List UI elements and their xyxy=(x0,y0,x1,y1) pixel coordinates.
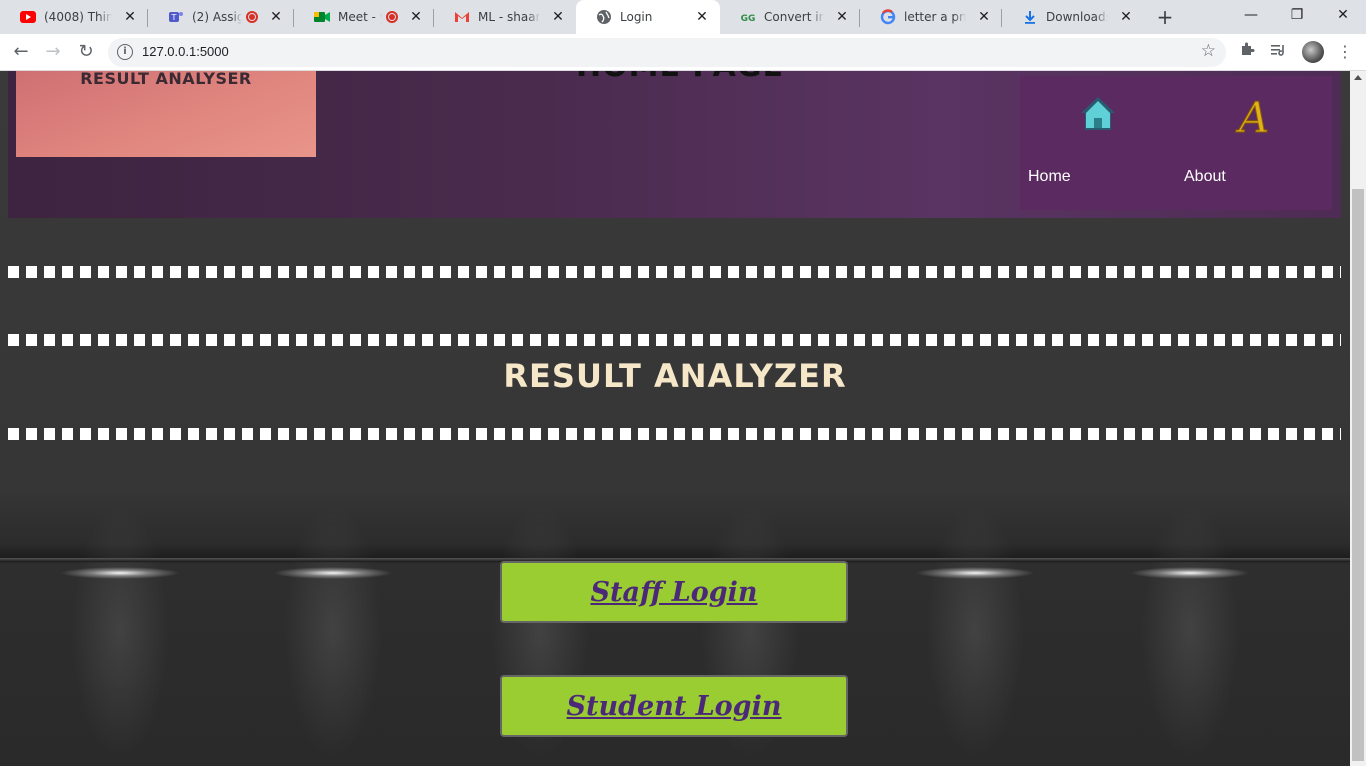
media-control-icon[interactable] xyxy=(1268,41,1290,63)
close-tab-icon[interactable]: ✕ xyxy=(694,9,710,25)
tab-title: (4008) Things xyxy=(44,10,112,24)
page-viewport: RESULT ANALYSER HOME PAGE Home A xyxy=(0,71,1350,766)
tab-strip: (4008) Things ✕ T (2) Assignm ✕ Meet - y… xyxy=(0,0,1366,34)
letter-a-icon: A xyxy=(1176,94,1332,140)
tab-google[interactable]: letter a png - G ✕ xyxy=(860,0,1002,34)
home-icon xyxy=(1020,94,1176,140)
close-tab-icon[interactable]: ✕ xyxy=(550,9,566,25)
profile-avatar[interactable] xyxy=(1302,41,1324,63)
floor-spotlight xyxy=(1130,567,1250,579)
floor-spotlight xyxy=(273,567,393,579)
url-text: 127.0.0.1:5000 xyxy=(142,44,229,59)
scroll-up-arrow-icon[interactable] xyxy=(1354,75,1362,80)
tab-teams[interactable]: T (2) Assignm ✕ xyxy=(148,0,294,34)
forward-button[interactable]: → xyxy=(40,39,66,65)
nav-home-label: Home xyxy=(1028,168,1071,185)
recording-icon xyxy=(246,11,258,23)
minimize-button[interactable]: — xyxy=(1228,0,1274,30)
address-bar[interactable]: i 127.0.0.1:5000 ☆ xyxy=(108,38,1226,67)
tab-youtube[interactable]: (4008) Things ✕ xyxy=(0,0,148,34)
extensions-icon[interactable] xyxy=(1236,41,1258,63)
main-heading: RESULT ANALYZER xyxy=(503,357,847,395)
restore-button[interactable]: ❐ xyxy=(1274,0,1320,30)
youtube-icon xyxy=(20,9,36,25)
google-icon xyxy=(880,9,896,25)
svg-text:A: A xyxy=(1235,94,1269,138)
student-login-button[interactable]: Student Login xyxy=(500,675,848,737)
page-scrollbar[interactable] xyxy=(1350,71,1366,766)
tab-login[interactable]: Login ✕ xyxy=(576,0,720,34)
tab-title: Convert intege xyxy=(764,10,824,24)
teams-icon: T xyxy=(168,9,184,25)
close-tab-icon[interactable]: ✕ xyxy=(834,9,850,25)
floor-spotlight xyxy=(915,567,1035,579)
back-button[interactable]: ← xyxy=(8,39,34,65)
meet-icon xyxy=(314,9,330,25)
close-tab-icon[interactable]: ✕ xyxy=(976,9,992,25)
tab-gmail[interactable]: ML - shaarume ✕ xyxy=(434,0,576,34)
tab-downloads[interactable]: Downloads ✕ xyxy=(1002,0,1144,34)
browser-toolbar: ← → ↻ i 127.0.0.1:5000 ☆ ⋮ xyxy=(0,34,1366,71)
close-tab-icon[interactable]: ✕ xyxy=(122,9,138,25)
tab-title: Downloads xyxy=(1046,10,1108,24)
new-tab-button[interactable]: + xyxy=(1152,4,1178,30)
tab-title: letter a png - G xyxy=(904,10,966,24)
gfg-icon: GG xyxy=(740,9,756,25)
floor-spotlight xyxy=(60,567,180,579)
close-window-button[interactable]: ✕ xyxy=(1320,0,1366,30)
tab-gfg[interactable]: GG Convert intege ✕ xyxy=(720,0,860,34)
close-tab-icon[interactable]: ✕ xyxy=(268,9,284,25)
nav-item-home[interactable]: Home xyxy=(1020,76,1176,210)
nav-menu: Home A About xyxy=(1020,76,1332,210)
svg-text:GG: GG xyxy=(741,14,756,22)
recording-icon xyxy=(386,11,398,23)
download-icon xyxy=(1022,9,1038,25)
site-header: RESULT ANALYSER HOME PAGE Home A xyxy=(8,71,1341,218)
menu-kebab-icon[interactable]: ⋮ xyxy=(1334,41,1356,63)
close-tab-icon[interactable]: ✕ xyxy=(1118,9,1134,25)
nav-about-label: About xyxy=(1184,168,1226,185)
reload-button[interactable]: ↻ xyxy=(73,39,99,65)
dashed-divider xyxy=(8,334,1341,346)
svg-text:T: T xyxy=(171,13,177,22)
dashed-divider xyxy=(8,428,1341,440)
close-tab-icon[interactable]: ✕ xyxy=(408,9,424,25)
tab-title: (2) Assignm xyxy=(192,10,242,24)
globe-icon xyxy=(596,9,612,25)
logo-text: RESULT ANALYSER xyxy=(80,71,252,88)
gmail-icon xyxy=(454,9,470,25)
scrollbar-thumb[interactable] xyxy=(1352,189,1364,761)
dashed-divider xyxy=(8,266,1341,278)
bookmark-star-icon[interactable]: ☆ xyxy=(1201,41,1216,61)
nav-item-about[interactable]: A About xyxy=(1176,76,1332,210)
tab-title: Meet - yaj xyxy=(338,10,382,24)
staff-login-button[interactable]: Staff Login xyxy=(500,561,848,623)
tab-meet[interactable]: Meet - yaj ✕ xyxy=(294,0,434,34)
site-info-icon[interactable]: i xyxy=(117,44,133,60)
logo: RESULT ANALYSER xyxy=(16,71,316,157)
tab-title: ML - shaarume xyxy=(478,10,540,24)
page-title: HOME PAGE xyxy=(576,71,784,84)
tab-title: Login xyxy=(620,10,653,24)
